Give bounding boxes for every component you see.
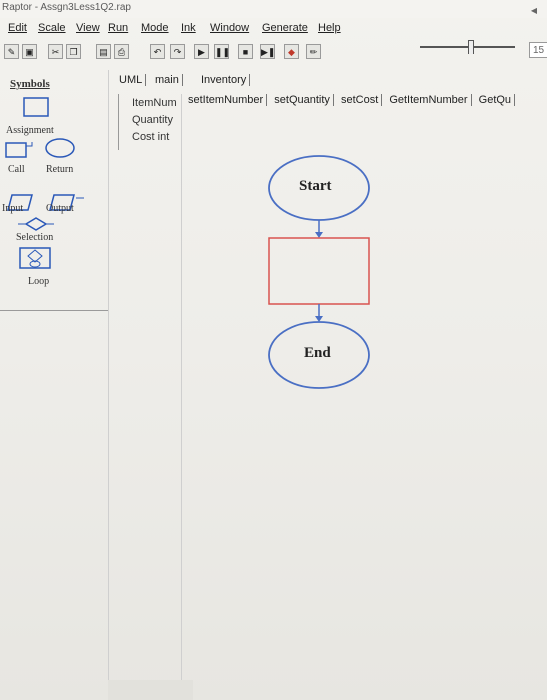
end-label: End xyxy=(304,345,331,361)
tab-setcost[interactable]: setCost xyxy=(338,94,383,106)
variable-itemnum[interactable]: ItemNum xyxy=(132,97,177,109)
menu-scale[interactable]: Scale xyxy=(38,22,66,34)
output-label: Output xyxy=(46,203,74,214)
variable-cost[interactable]: Cost int xyxy=(132,131,169,143)
assignment-symbol[interactable] xyxy=(23,97,49,117)
window-title: Raptor - Assgn3Less1Q2.rap xyxy=(2,2,131,13)
assignment-box[interactable] xyxy=(268,237,370,305)
variables-tree: ItemNum Quantity Cost int xyxy=(118,94,189,150)
call-arrow-icon xyxy=(26,142,33,147)
method-tabs: setItemNumber setQuantity setCost GetIte… xyxy=(185,94,516,112)
menu-edit[interactable]: Edit xyxy=(8,22,27,34)
menu-help[interactable]: Help xyxy=(318,22,341,34)
loop-symbol[interactable] xyxy=(19,247,51,269)
input-label: Input xyxy=(2,203,24,214)
run-icon[interactable]: ▶ xyxy=(194,44,209,59)
return-label: Return xyxy=(46,164,74,175)
pause-icon[interactable]: ❚❚ xyxy=(214,44,230,59)
symbols-panel: Symbols Assignment Call Return Input Out… xyxy=(0,70,109,700)
symbols-header: Symbols xyxy=(10,78,50,90)
symbol-shapes xyxy=(5,97,84,269)
cut-icon[interactable]: ✂ xyxy=(48,44,63,59)
menu-mode[interactable]: Mode xyxy=(141,22,169,34)
menu-bar: Edit Scale View Run Mode Ink Window Gene… xyxy=(0,20,547,38)
call-symbol[interactable] xyxy=(5,142,27,158)
call-label: Call xyxy=(8,164,25,175)
pen-icon[interactable]: ✏ xyxy=(306,44,321,59)
return-symbol[interactable] xyxy=(45,138,75,158)
tab-getitemnumber[interactable]: GetItemNumber xyxy=(386,94,472,106)
print-icon[interactable]: ⎙ xyxy=(114,44,129,59)
zoom-level-input[interactable]: 15 xyxy=(529,42,547,58)
copy-icon[interactable]: ❐ xyxy=(66,44,81,59)
assignment-label: Assignment xyxy=(6,125,54,136)
selection-label: Selection xyxy=(16,232,54,243)
view-tabs: UML main Inventory xyxy=(112,72,272,90)
zoom-slider-handle[interactable] xyxy=(468,40,474,54)
title-bar: Raptor - Assgn3Less1Q2.rap ◀ xyxy=(0,0,547,18)
horizontal-scrollbar[interactable] xyxy=(108,680,193,700)
undo-icon[interactable]: ↶ xyxy=(150,44,165,59)
tab-setitemnumber[interactable]: setItemNumber xyxy=(185,94,268,106)
tab-main[interactable]: main xyxy=(152,74,183,86)
panel-divider xyxy=(181,94,182,700)
stop-icon[interactable]: ■ xyxy=(238,44,253,59)
toolbar: ✎ ▣ ✂ ❐ ▤ ⎙ ↶ ↷ ▶ ❚❚ ■ ▶❚ ◆ ✏ xyxy=(0,40,547,66)
tab-inventory[interactable]: Inventory xyxy=(198,74,251,86)
loop-label: Loop xyxy=(28,276,50,287)
chevron-left-icon[interactable]: ◀ xyxy=(531,3,537,19)
tab-getqu[interactable]: GetQu xyxy=(476,94,516,106)
redo-icon[interactable]: ↷ xyxy=(170,44,185,59)
tab-setquantity[interactable]: setQuantity xyxy=(271,94,334,106)
menu-run[interactable]: Run xyxy=(108,22,128,34)
paste-icon[interactable]: ▤ xyxy=(96,44,111,59)
menu-window[interactable]: Window xyxy=(210,22,249,34)
save-icon[interactable]: ▣ xyxy=(22,44,37,59)
flowchart-canvas[interactable]: Start End xyxy=(191,112,547,700)
step-icon[interactable]: ▶❚ xyxy=(260,44,275,59)
arrow-down-icon xyxy=(315,232,323,238)
flowchart-svg xyxy=(268,155,370,389)
start-label: Start xyxy=(299,178,332,194)
menu-view[interactable]: View xyxy=(76,22,100,34)
menu-ink[interactable]: Ink xyxy=(181,22,196,34)
tab-uml[interactable]: UML xyxy=(116,74,147,86)
selection-symbol[interactable] xyxy=(24,217,48,231)
menu-generate[interactable]: Generate xyxy=(262,22,308,34)
variable-quantity[interactable]: Quantity xyxy=(132,114,173,126)
symbols-divider xyxy=(0,310,108,311)
open-icon[interactable]: ✎ xyxy=(4,44,19,59)
breakpoint-icon[interactable]: ◆ xyxy=(284,44,299,59)
